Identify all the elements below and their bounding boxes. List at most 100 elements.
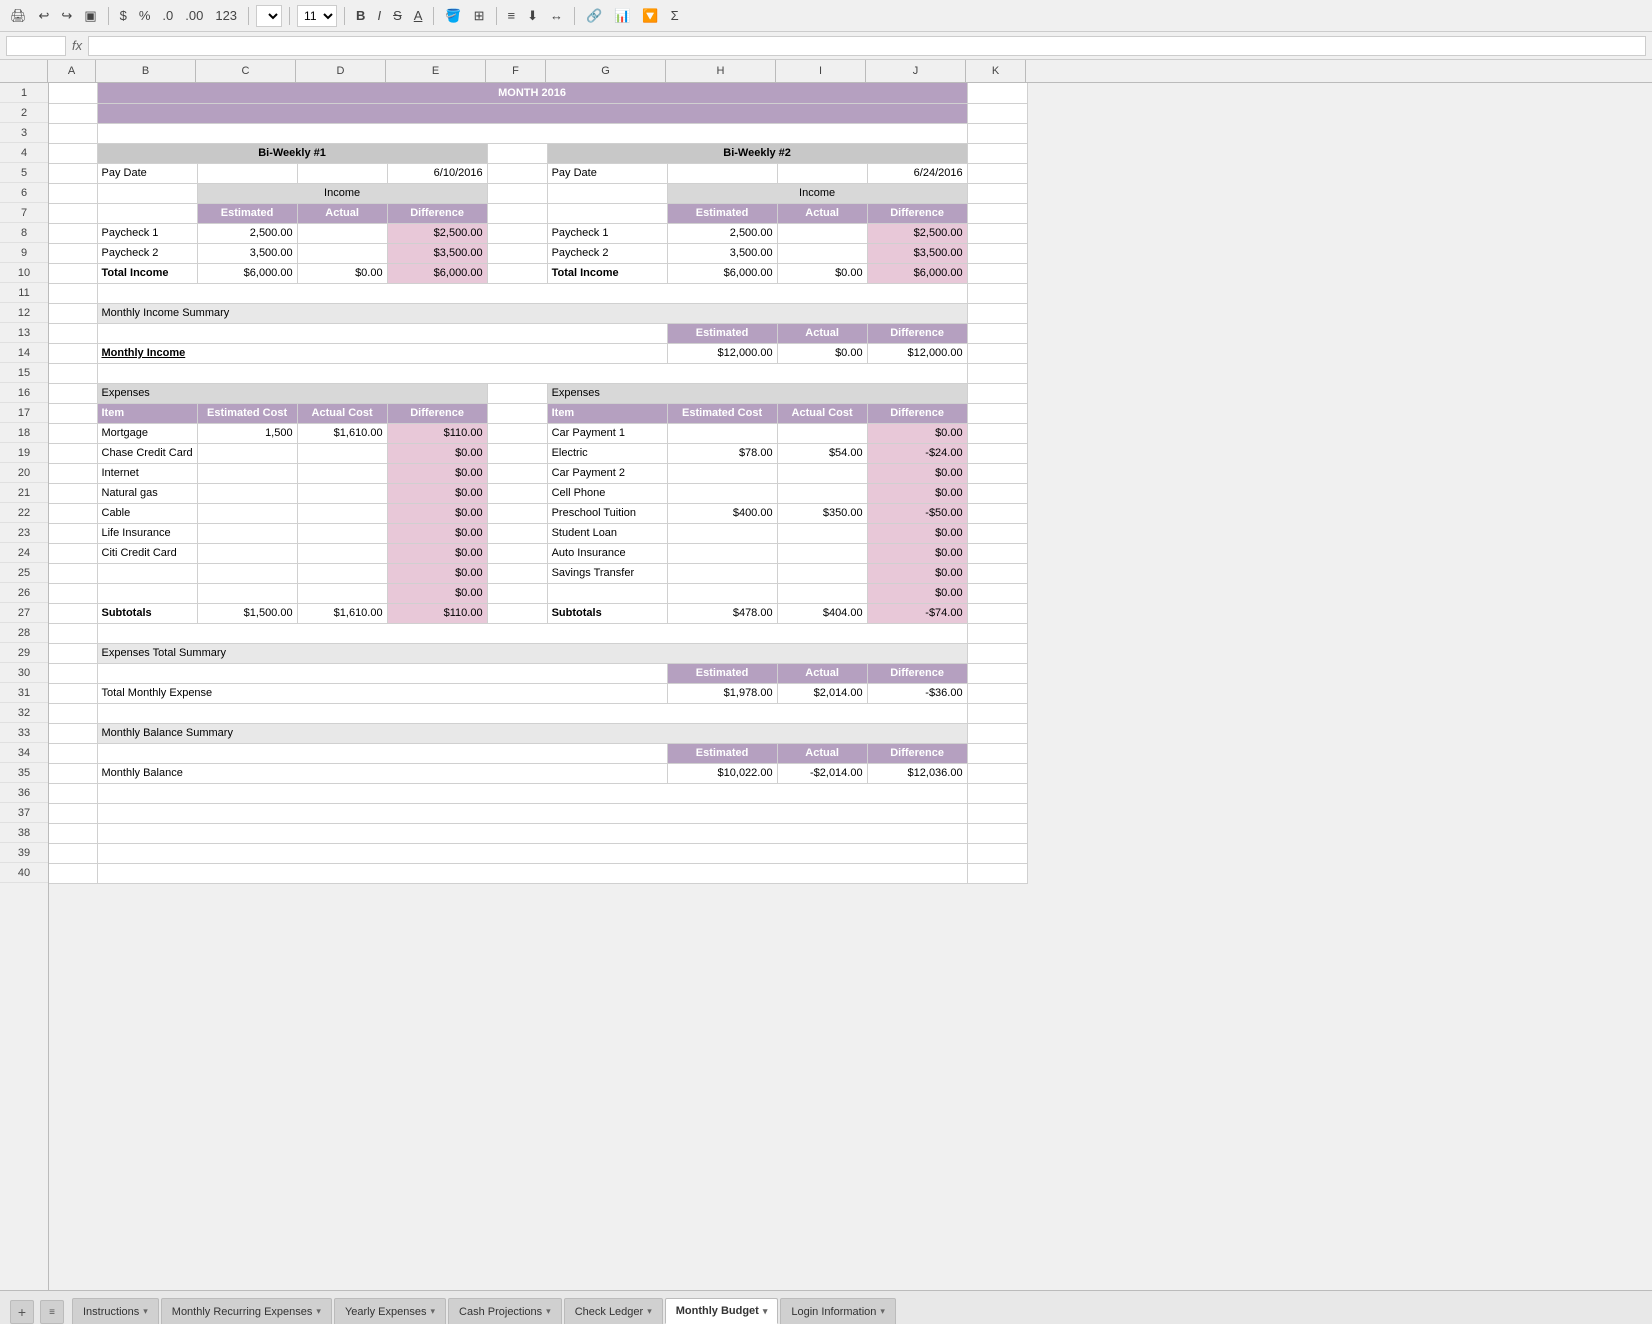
cell-f21[interactable] (487, 483, 547, 503)
cell-a40[interactable] (49, 863, 97, 883)
cell-k40[interactable] (967, 863, 1027, 883)
cell-a21[interactable] (49, 483, 97, 503)
fill-btn[interactable]: 🪣 (441, 6, 465, 26)
cell-k8[interactable] (967, 223, 1027, 243)
cell-a28[interactable] (49, 623, 97, 643)
cell-i20[interactable] (777, 463, 867, 483)
add-sheet-button[interactable]: + (10, 1300, 34, 1324)
cell-a22[interactable] (49, 503, 97, 523)
cell-c25[interactable] (197, 563, 297, 583)
cell-k28[interactable] (967, 623, 1027, 643)
row-21[interactable]: 21 (0, 483, 48, 503)
cell-a6[interactable] (49, 183, 97, 203)
tab-monthly-budget[interactable]: Monthly Budget ▾ (665, 1298, 779, 1324)
cell-a15[interactable] (49, 363, 97, 383)
cell-h26[interactable] (667, 583, 777, 603)
cell-k30[interactable] (967, 663, 1027, 683)
cell-k19[interactable] (967, 443, 1027, 463)
cell-k16[interactable] (967, 383, 1027, 403)
cell-d21[interactable] (297, 483, 387, 503)
cell-k17[interactable] (967, 403, 1027, 423)
row-24[interactable]: 24 (0, 543, 48, 563)
row-12[interactable]: 12 (0, 303, 48, 323)
link-btn[interactable]: 🔗 (582, 6, 606, 26)
cell-i18[interactable] (777, 423, 867, 443)
cell-f16[interactable] (487, 383, 547, 403)
row-37[interactable]: 37 (0, 803, 48, 823)
row-13[interactable]: 13 (0, 323, 48, 343)
row-20[interactable]: 20 (0, 463, 48, 483)
cell-i9[interactable] (777, 243, 867, 263)
decimal1-btn[interactable]: .0 (158, 6, 177, 25)
cell-a29[interactable] (49, 643, 97, 663)
decimal2-btn[interactable]: .00 (181, 6, 207, 25)
row-25[interactable]: 25 (0, 563, 48, 583)
row-17[interactable]: 17 (0, 403, 48, 423)
col-header-j[interactable]: J (866, 60, 966, 82)
cell-k2[interactable] (967, 103, 1027, 123)
cell-k24[interactable] (967, 543, 1027, 563)
tab-yearly-expenses[interactable]: Yearly Expenses ▾ (334, 1298, 446, 1324)
cell-k26[interactable] (967, 583, 1027, 603)
cell-a26[interactable] (49, 583, 97, 603)
row-33[interactable]: 33 (0, 723, 48, 743)
cell-a23[interactable] (49, 523, 97, 543)
row-18[interactable]: 18 (0, 423, 48, 443)
row-32[interactable]: 32 (0, 703, 48, 723)
col-header-k[interactable]: K (966, 60, 1026, 82)
sheet-list-button[interactable]: ≡ (40, 1300, 64, 1324)
row-3[interactable]: 3 (0, 123, 48, 143)
cell-a27[interactable] (49, 603, 97, 623)
cell-i5[interactable] (777, 163, 867, 183)
row-14[interactable]: 14 (0, 343, 48, 363)
cell-k9[interactable] (967, 243, 1027, 263)
row-16[interactable]: 16 (0, 383, 48, 403)
cell-k14[interactable] (967, 343, 1027, 363)
cell-reference[interactable] (6, 36, 66, 56)
row-19[interactable]: 19 (0, 443, 48, 463)
col-header-b[interactable]: B (96, 60, 196, 82)
cell-f25[interactable] (487, 563, 547, 583)
cell-f7[interactable] (487, 203, 547, 223)
align-mid-btn[interactable]: ⬇ (523, 6, 542, 26)
cell-a32[interactable] (49, 703, 97, 723)
cell-k18[interactable] (967, 423, 1027, 443)
col-header-h[interactable]: H (666, 60, 776, 82)
row-8[interactable]: 8 (0, 223, 48, 243)
row-6[interactable]: 6 (0, 183, 48, 203)
cell-a14[interactable] (49, 343, 97, 363)
cell-c24[interactable] (197, 543, 297, 563)
tab-login-info[interactable]: Login Information ▾ (780, 1298, 896, 1324)
cell-a4[interactable] (49, 143, 97, 163)
cell-k15[interactable] (967, 363, 1027, 383)
cell-a33[interactable] (49, 723, 97, 743)
col-header-a[interactable]: A (48, 60, 96, 82)
cell-k1[interactable] (967, 83, 1027, 103)
font-select[interactable]: Trebuch... (256, 5, 282, 27)
underline-btn[interactable]: A (410, 6, 427, 25)
cell-k32[interactable] (967, 703, 1027, 723)
cell-d26[interactable] (297, 583, 387, 603)
print-btn[interactable]: 🖨 (6, 6, 31, 26)
cell-f6[interactable] (487, 183, 547, 203)
cell-k22[interactable] (967, 503, 1027, 523)
cell-f8[interactable] (487, 223, 547, 243)
cell-a20[interactable] (49, 463, 97, 483)
cell-a9[interactable] (49, 243, 97, 263)
cell-a13[interactable] (49, 323, 97, 343)
cell-i23[interactable] (777, 523, 867, 543)
cell-a35[interactable] (49, 763, 97, 783)
cell-k4[interactable] (967, 143, 1027, 163)
cell-k11[interactable] (967, 283, 1027, 303)
cell-k39[interactable] (967, 843, 1027, 863)
cell-a38[interactable] (49, 823, 97, 843)
cell-c19[interactable] (197, 443, 297, 463)
row-28[interactable]: 28 (0, 623, 48, 643)
italic-btn[interactable]: I (373, 6, 385, 25)
row-35[interactable]: 35 (0, 763, 48, 783)
number-btn[interactable]: 123 (211, 6, 241, 25)
row-4[interactable]: 4 (0, 143, 48, 163)
row-9[interactable]: 9 (0, 243, 48, 263)
cell-f9[interactable] (487, 243, 547, 263)
row-29[interactable]: 29 (0, 643, 48, 663)
